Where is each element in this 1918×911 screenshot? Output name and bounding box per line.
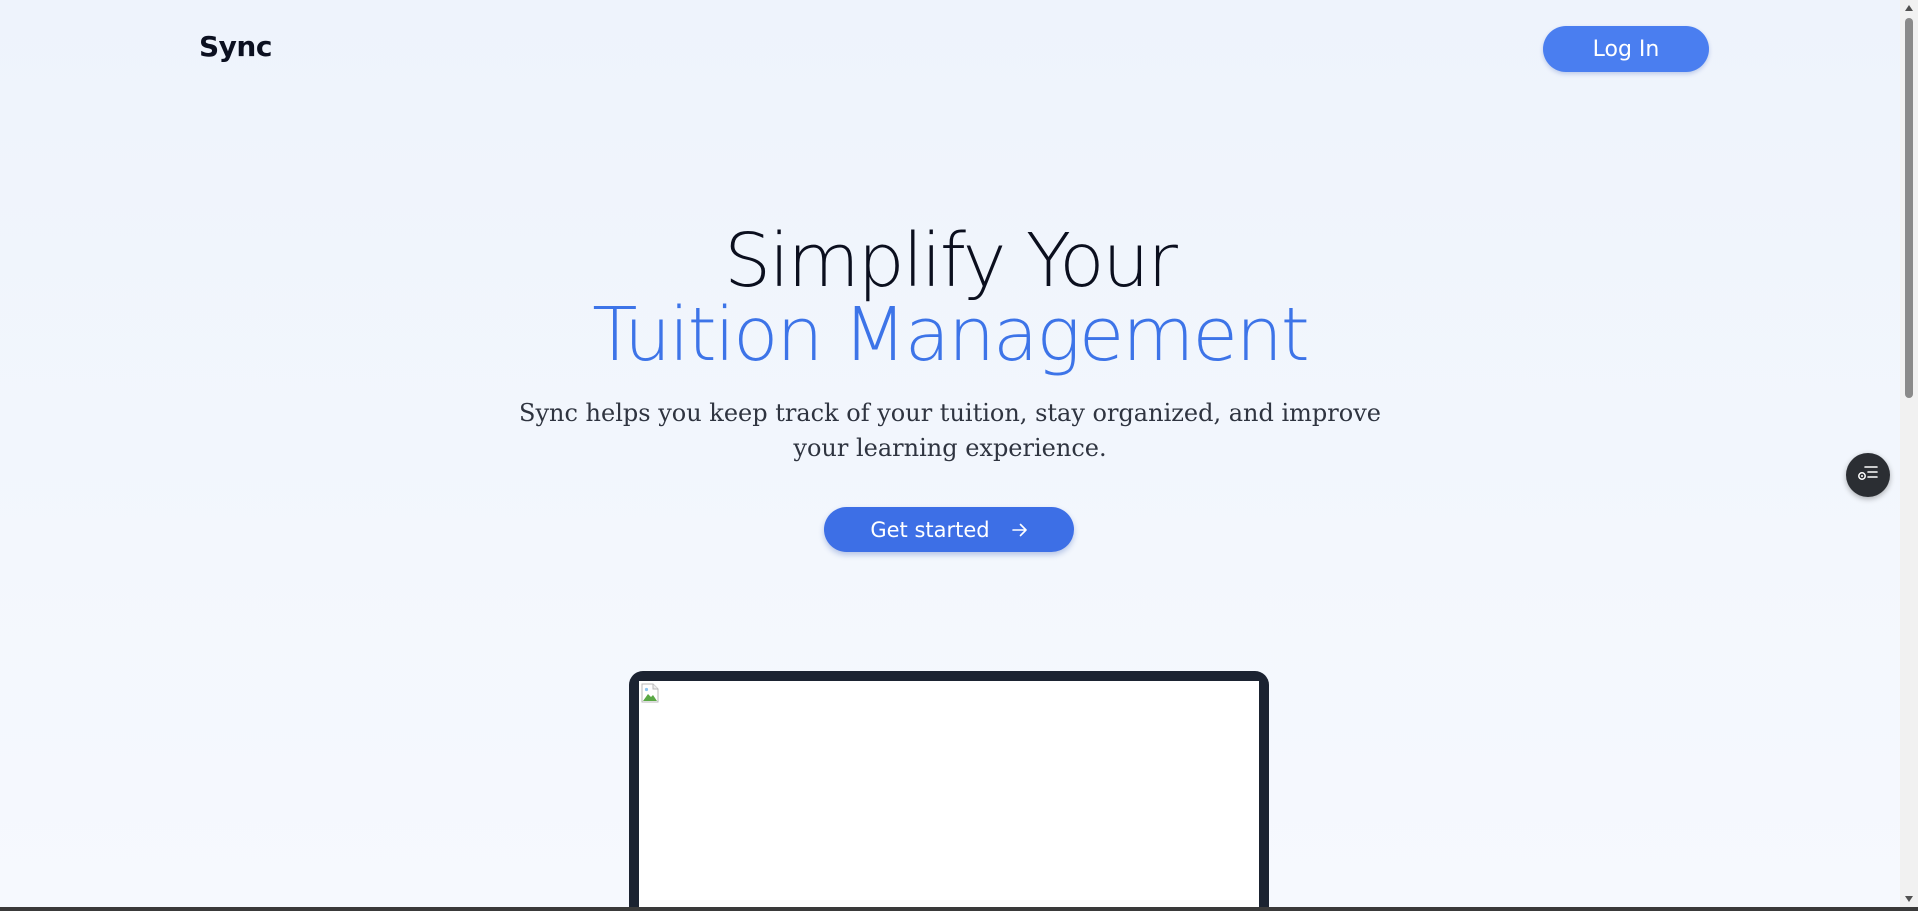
login-button[interactable]: Log In: [1543, 26, 1709, 72]
landing-page: Sync Log In Simplify Your Tuition Manage…: [0, 0, 1900, 907]
vertical-scrollbar[interactable]: [1900, 0, 1918, 911]
broken-image-icon: [641, 683, 659, 703]
hero-title-line2: Tuition Management: [592, 292, 1310, 378]
floating-menu-button[interactable]: [1846, 453, 1890, 497]
get-started-button[interactable]: Get started: [824, 507, 1074, 552]
scrollbar-thumb[interactable]: [1905, 18, 1913, 398]
laptop-preview-frame: [629, 671, 1269, 907]
arrow-right-icon: [1011, 523, 1028, 537]
list-settings-icon: [1857, 464, 1879, 487]
laptop-preview-screen: [639, 681, 1259, 907]
scroll-down-arrow-icon[interactable]: [1900, 891, 1918, 907]
hero-title-line1: Simplify Your: [724, 218, 1178, 304]
brand-logo[interactable]: Sync: [199, 30, 272, 63]
scroll-up-arrow-icon[interactable]: [1900, 0, 1918, 16]
window-bottom-edge: [0, 907, 1918, 911]
hero-subtitle: Sync helps you keep track of your tuitio…: [519, 399, 1381, 462]
get-started-label: Get started: [870, 517, 990, 542]
